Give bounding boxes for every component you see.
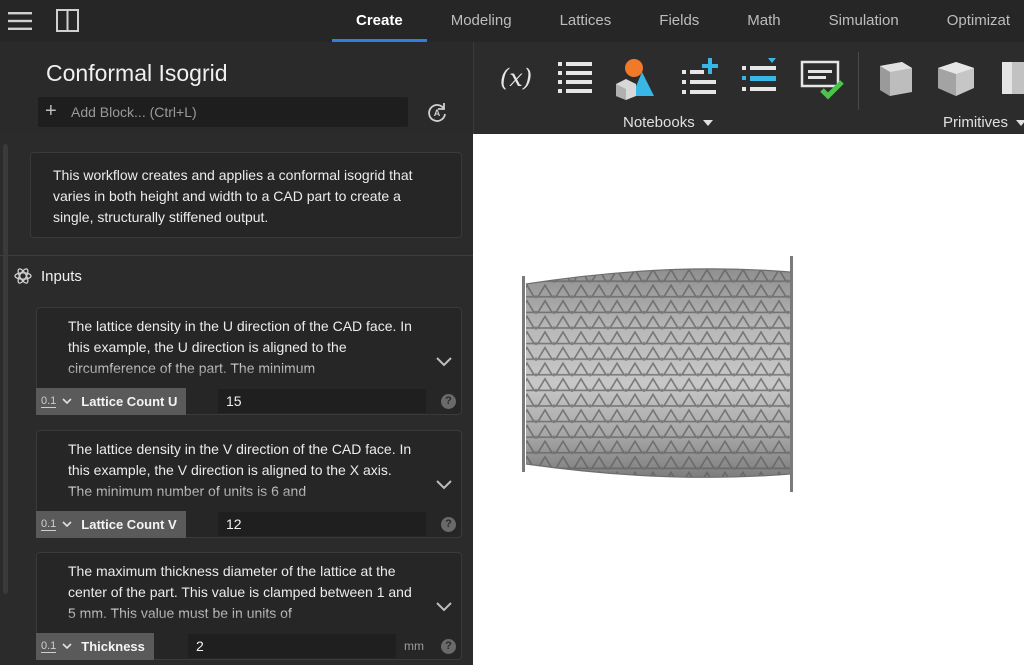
chevron-down-icon [62, 521, 72, 528]
inputs-heading: Inputs [41, 267, 82, 285]
insert-list-item-icon[interactable] [738, 56, 782, 100]
toolbar-divider [858, 52, 859, 110]
tab-fields[interactable]: Fields [635, 0, 723, 42]
primitives-group-label[interactable]: Primitives [943, 114, 1024, 131]
workflow-description: This workflow creates and applies a conf… [53, 167, 413, 225]
chevron-down-icon [62, 398, 72, 405]
ribbon-toolbar: (x) Notebooks Primitives [473, 42, 1024, 134]
input-block-lattice-count-u: The lattice density in the U direction o… [36, 307, 462, 415]
tab-optimization[interactable]: Optimizat [923, 0, 1024, 42]
input-block-thickness: The maximum thickness diameter of the la… [36, 552, 462, 660]
caret-down-icon [702, 119, 713, 126]
checkmark-list-icon[interactable] [800, 56, 844, 100]
plus-icon: + [45, 100, 57, 122]
text-fade [68, 605, 428, 630]
unit-label: mm [404, 639, 424, 653]
add-block-placeholder: Add Block... (Ctrl+L) [71, 104, 197, 120]
svg-text:A: A [434, 108, 441, 118]
shapes-icon[interactable] [612, 56, 656, 100]
help-icon[interactable]: ? [441, 639, 456, 654]
lattice-count-u-input[interactable] [218, 389, 426, 413]
caret-down-icon [1016, 119, 1024, 126]
help-icon[interactable]: ? [441, 517, 456, 532]
param-row: 0.1 Lattice Count V ? [36, 511, 462, 538]
param-name: Lattice Count V [81, 517, 177, 532]
section-divider [0, 255, 473, 256]
svg-text:(x): (x) [500, 64, 532, 92]
list-icon[interactable] [554, 56, 598, 100]
box-icon[interactable] [934, 56, 978, 100]
tab-math[interactable]: Math [723, 0, 804, 42]
param-name: Thickness [81, 639, 145, 654]
param-name: Lattice Count U [81, 394, 178, 409]
notebook-title: Conformal Isogrid [46, 60, 228, 86]
notebooks-group-label[interactable]: Notebooks [623, 114, 713, 131]
param-type-selector[interactable]: 0.1 Lattice Count V [36, 511, 186, 538]
notebook-panel: This workflow creates and applies a conf… [0, 134, 473, 665]
tab-modeling[interactable]: Modeling [427, 0, 536, 42]
text-fade [68, 360, 428, 385]
chevron-down-icon[interactable] [435, 356, 453, 368]
cylinder-icon[interactable] [996, 56, 1024, 100]
tab-create[interactable]: Create [332, 0, 427, 42]
hamburger-menu-icon[interactable] [8, 10, 32, 32]
tab-lattices[interactable]: Lattices [536, 0, 636, 42]
param-row: 0.1 Lattice Count U ? [36, 388, 462, 415]
add-block-input[interactable]: + Add Block... (Ctrl+L) [38, 97, 408, 127]
add-list-item-icon[interactable] [678, 56, 722, 100]
auto-update-icon[interactable]: A [425, 100, 449, 124]
decimal-type-icon: 0.1 [41, 518, 57, 531]
toggle-panel-icon[interactable] [56, 9, 79, 32]
description-card: This workflow creates and applies a conf… [30, 152, 462, 238]
panel-scrollbar[interactable] [3, 144, 8, 594]
thickness-input[interactable] [188, 634, 396, 658]
lattice-count-v-input[interactable] [218, 512, 426, 536]
param-type-selector[interactable]: 0.1 Lattice Count U [36, 388, 186, 415]
chevron-down-icon [62, 643, 72, 650]
chevron-down-icon[interactable] [435, 601, 453, 613]
help-icon[interactable]: ? [441, 394, 456, 409]
decimal-type-icon: 0.1 [41, 395, 57, 408]
input-block-lattice-count-v: The lattice density in the V direction o… [36, 430, 462, 538]
isogrid-part-model[interactable] [518, 252, 803, 497]
atom-icon [14, 268, 32, 284]
top-bar: Create Modeling Lattices Fields Math Sim… [0, 0, 1024, 42]
param-row: 0.1 Thickness mm ? [36, 633, 462, 660]
notebook-header: Conformal Isogrid + Add Block... (Ctrl+L… [0, 42, 473, 134]
cube-icon[interactable] [874, 56, 918, 100]
param-type-selector[interactable]: 0.1 Thickness [36, 633, 154, 660]
chevron-down-icon[interactable] [435, 479, 453, 491]
tab-simulation[interactable]: Simulation [805, 0, 923, 42]
text-fade [68, 483, 428, 508]
variable-icon[interactable]: (x) [494, 56, 538, 100]
3d-viewport[interactable] [473, 134, 1024, 665]
ribbon-tabs: Create Modeling Lattices Fields Math Sim… [332, 0, 1024, 42]
inputs-section-header[interactable]: Inputs [14, 265, 82, 287]
decimal-type-icon: 0.1 [41, 640, 57, 653]
